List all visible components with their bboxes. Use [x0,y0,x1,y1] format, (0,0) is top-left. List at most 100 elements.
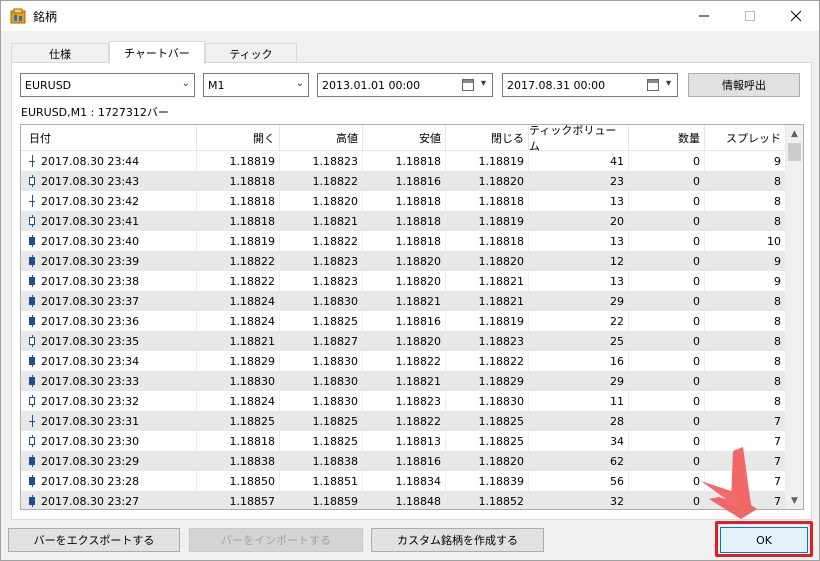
table-row[interactable]: 2017.08.30 23:34 1.18829 1.18830 1.18822 1.1… [21,351,786,371]
cell-date-text: 2017.08.30 23:30 [41,434,140,448]
scroll-thumb[interactable] [788,143,801,161]
candle-icon [29,335,35,347]
table-row[interactable]: 2017.08.30 23:33 1.18830 1.18830 1.18821 1.1… [21,371,786,391]
cell-high-text: 1.18823 [312,274,359,288]
table-row[interactable]: 2017.08.30 23:28 1.18850 1.18851 1.18834 1.1… [21,471,786,491]
cell-date: 2017.08.30 23:36 [21,311,197,331]
cell-high-text: 1.18851 [312,474,359,488]
cell-close: 1.18819 [446,211,529,231]
to-date-value: 2017.08.31 00:00 [507,78,606,92]
create-custom-symbol-button[interactable]: カスタム銘柄を作成する [371,528,544,552]
cell-open-text: 1.18850 [229,474,276,488]
table-row[interactable]: 2017.08.30 23:39 1.18822 1.18823 1.18820 1.1… [21,251,786,271]
bars-table[interactable]: 日付 開く 高値 安値 閉じる ティックボリューム 数量 スプレッド 2017.… [20,124,804,510]
table-row[interactable]: 2017.08.30 23:36 1.18824 1.18825 1.18816 1.1… [21,311,786,331]
column-header-low[interactable]: 安値 [363,125,446,151]
candle-icon [29,395,35,407]
cell-close-text: 1.18839 [478,474,525,488]
column-header-volume[interactable]: 数量 [629,125,705,151]
table-row[interactable]: 2017.08.30 23:37 1.18824 1.18830 1.18821 1.1… [21,291,786,311]
vertical-scrollbar[interactable]: ▲ ▼ [786,125,803,509]
calendar-icon[interactable] [462,79,474,91]
calendar-icon[interactable] [647,79,659,91]
cell-low-text: 1.18823 [395,394,442,408]
table-row[interactable]: 2017.08.30 23:32 1.18824 1.18830 1.18823 1.1… [21,391,786,411]
tab-chart-bars[interactable]: チャートバー [109,41,205,64]
minimize-button[interactable] [681,1,727,31]
table-row[interactable]: 2017.08.30 23:42 1.18818 1.18820 1.18818 1.1… [21,191,786,211]
cell-low-text: 1.18818 [395,234,442,248]
close-button[interactable] [773,1,819,31]
window-title: 銘柄 [33,10,58,24]
export-bars-button[interactable]: バーをエクスポートする [8,528,180,552]
cell-high: 1.18825 [280,411,363,431]
cell-tick-volume: 29 [529,371,629,391]
table-row[interactable]: 2017.08.30 23:38 1.18822 1.18823 1.18820 1.1… [21,271,786,291]
scroll-down-icon[interactable]: ▼ [786,492,803,509]
maximize-button[interactable] [727,1,773,31]
cell-close-text: 1.18819 [478,214,525,228]
candle-icon [29,255,35,267]
table-row[interactable]: 2017.08.30 23:35 1.18821 1.18827 1.18820 1.1… [21,331,786,351]
cell-spread-text: 9 [774,254,781,268]
column-header-date[interactable]: 日付 [21,125,197,151]
cell-date-text: 2017.08.30 23:34 [41,354,140,368]
cell-date-text: 2017.08.30 23:40 [41,234,140,248]
timeframe-select[interactable]: M1 ⌄ [203,73,309,97]
to-date-picker[interactable]: 2017.08.31 00:00 ▾ [502,73,678,97]
table-row[interactable]: 2017.08.30 23:44 1.18819 1.18823 1.18818 1.1… [21,151,786,171]
cell-close: 1.18821 [446,291,529,311]
cell-tick-volume-text: 13 [610,274,624,288]
cell-date: 2017.08.30 23:37 [21,291,197,311]
cell-low-text: 1.18820 [395,334,442,348]
table-row[interactable]: 2017.08.30 23:29 1.18838 1.18838 1.18816 1.1… [21,451,786,471]
cell-spread-text: 8 [774,394,781,408]
table-row[interactable]: 2017.08.30 23:31 1.18825 1.18825 1.18822 1.1… [21,411,786,431]
cell-close: 1.18820 [446,451,529,471]
tab-specification[interactable]: 仕様 [11,43,109,63]
import-bars-button[interactable]: バーをインポートする [189,528,363,552]
cell-open: 1.18857 [197,491,280,509]
cell-high: 1.18830 [280,371,363,391]
cell-volume-text: 0 [693,194,700,208]
column-header-open[interactable]: 開く [197,125,280,151]
symbol-select[interactable]: EURUSD ⌄ [20,73,195,97]
column-header-spread[interactable]: スプレッド [705,125,786,151]
chevron-down-icon: ⌄ [181,78,190,89]
request-button[interactable]: 情報呼出 [688,73,800,97]
candle-icon [29,375,35,387]
column-header-tick-volume[interactable]: ティックボリューム [529,125,629,153]
cell-low: 1.18821 [363,291,446,311]
cell-low: 1.18820 [363,331,446,351]
cell-open: 1.18824 [197,311,280,331]
from-date-picker[interactable]: 2013.01.01 00:00 ▾ [317,73,493,97]
tab-ticks[interactable]: ティック [205,43,297,63]
cell-tick-volume-text: 41 [610,154,624,168]
cell-date: 2017.08.30 23:30 [21,431,197,451]
table-row[interactable]: 2017.08.30 23:27 1.18857 1.18859 1.18848 1.1… [21,491,786,509]
candle-icon [29,355,35,367]
cell-volume: 0 [629,251,705,271]
dropdown-arrow-icon[interactable]: ▾ [481,78,486,89]
table-row[interactable]: 2017.08.30 23:40 1.18819 1.18822 1.18818 1.1… [21,231,786,251]
dropdown-arrow-icon[interactable]: ▾ [666,78,671,89]
cell-spread-text: 7 [774,474,781,488]
column-header-high[interactable]: 高値 [280,125,363,151]
table-row[interactable]: 2017.08.30 23:41 1.18818 1.18821 1.18818 1.1… [21,211,786,231]
scroll-up-icon[interactable]: ▲ [786,125,803,142]
cell-volume-text: 0 [693,434,700,448]
cell-open-text: 1.18819 [229,154,276,168]
table-row[interactable]: 2017.08.30 23:30 1.18818 1.18825 1.18813 1.1… [21,431,786,451]
cell-high: 1.18823 [280,251,363,271]
column-header-close[interactable]: 閉じる [446,125,529,151]
cell-spread: 10 [705,231,786,251]
cell-open-text: 1.18818 [229,214,276,228]
cell-spread: 8 [705,391,786,411]
cell-tick-volume-text: 29 [610,294,624,308]
cell-low-text: 1.18822 [395,354,442,368]
table-row[interactable]: 2017.08.30 23:43 1.18818 1.18822 1.18816 1.1… [21,171,786,191]
cell-low: 1.18816 [363,451,446,471]
cell-spread-text: 8 [774,334,781,348]
cell-spread-text: 8 [774,374,781,388]
cell-tick-volume-text: 62 [610,454,624,468]
